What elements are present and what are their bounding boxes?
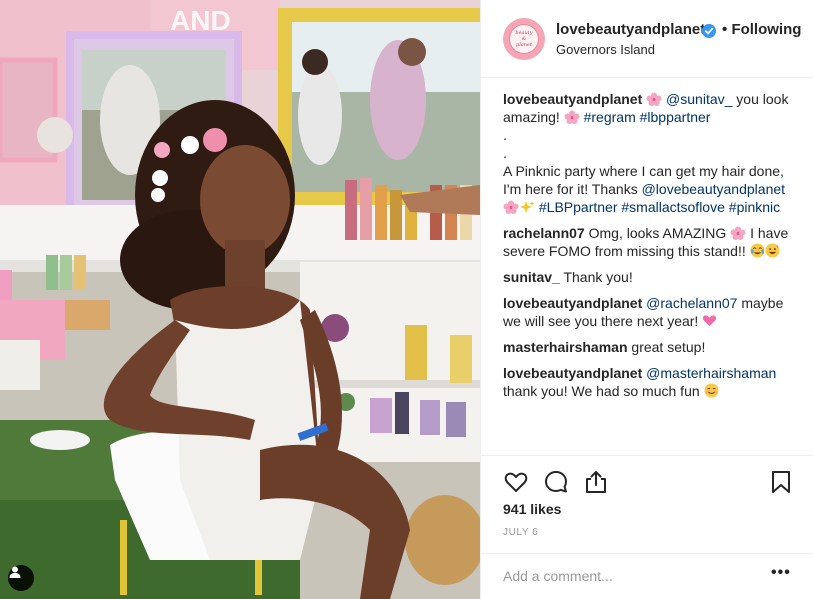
- comment-username[interactable]: lovebeautyandplanet: [503, 91, 642, 107]
- pink-heart-icon: [703, 313, 717, 327]
- comment-text: Omg, looks AMAZING: [588, 225, 727, 241]
- mention-link[interactable]: @rachelann07: [646, 295, 737, 311]
- comment-text: Thank you!: [563, 269, 633, 285]
- sparkles-icon: [520, 201, 535, 213]
- caption-line: lovebeautyandplanet @sunitav_ you look a…: [503, 90, 803, 126]
- caption-dot: .: [503, 145, 507, 161]
- avatar[interactable]: beauty & planet: [503, 18, 545, 60]
- tears-of-joy-emoji-icon: [750, 243, 765, 258]
- hashtag-link[interactable]: #lbppartner: [640, 109, 711, 125]
- header-separator-dot: •: [722, 21, 728, 38]
- avatar-logo-text: planet: [516, 42, 532, 48]
- comment-username[interactable]: lovebeautyandplanet: [503, 365, 642, 381]
- comment-item: sunitav_ Thank you!: [503, 268, 803, 286]
- photo-illustration: AND: [0, 0, 480, 599]
- add-comment-section: •••: [481, 553, 813, 599]
- following-button[interactable]: • Following: [722, 21, 801, 38]
- mention-link[interactable]: @masterhairshaman: [646, 365, 776, 381]
- post-actions: 941 likes JULY 6 •••: [481, 455, 813, 599]
- caption: lovebeautyandplanet @sunitav_ you look a…: [503, 90, 803, 216]
- hashtag-link[interactable]: #smallactsoflove: [621, 199, 725, 215]
- post-photo[interactable]: AND: [0, 0, 480, 599]
- post-side-panel: beauty & planet lovebeautyandplanet • Fo…: [480, 0, 813, 599]
- hashtag-link[interactable]: #pinknic: [729, 199, 780, 215]
- grinning-sweat-emoji-icon: [765, 243, 780, 258]
- cherry-blossom-icon: [503, 200, 519, 214]
- comment-text: great setup!: [631, 339, 706, 355]
- comment-text: thank you! We had so much fun: [503, 383, 700, 399]
- avatar-logo: beauty & planet: [509, 24, 539, 54]
- caption-dot: .: [503, 127, 507, 143]
- verified-icon: [702, 24, 716, 38]
- cherry-blossom-icon: [730, 226, 746, 240]
- share-icon[interactable]: [583, 469, 609, 495]
- add-comment-input[interactable]: [503, 566, 743, 586]
- header-username[interactable]: lovebeautyandplanet: [556, 21, 705, 38]
- mention-link[interactable]: @sunitav_: [666, 91, 732, 107]
- comment-icon[interactable]: [543, 469, 569, 495]
- hashtag-link[interactable]: #LBPpartner: [539, 199, 618, 215]
- comments-list: lovebeautyandplanet @sunitav_ you look a…: [503, 90, 803, 408]
- hashtag-link[interactable]: #regram: [584, 109, 636, 125]
- comment-item: lovebeautyandplanet @masterhairshaman th…: [503, 364, 803, 400]
- cherry-blossom-icon: [564, 110, 580, 124]
- comment-username[interactable]: rachelann07: [503, 225, 585, 241]
- post-header: beauty & planet lovebeautyandplanet • Fo…: [481, 0, 813, 78]
- user-tag-icon[interactable]: [8, 565, 34, 591]
- following-label: Following: [731, 21, 802, 38]
- bookmark-icon[interactable]: [768, 469, 794, 495]
- location-link[interactable]: Governors Island: [556, 42, 655, 57]
- ellipsis-icon[interactable]: •••: [771, 564, 791, 582]
- caption-line: A Pinknic party where I can get my hair …: [503, 162, 803, 216]
- post-date[interactable]: JULY 6: [503, 527, 538, 538]
- comment-username[interactable]: sunitav_: [503, 269, 560, 285]
- comment-item: rachelann07 Omg, looks AMAZING I have se…: [503, 224, 803, 260]
- mention-link[interactable]: @lovebeautyandplanet: [642, 181, 785, 197]
- smiling-face-emoji-icon: [704, 383, 719, 398]
- comment-item: masterhairshaman great setup!: [503, 338, 803, 356]
- likes-count[interactable]: 941 likes: [503, 501, 561, 517]
- comment-item: lovebeautyandplanet @rachelann07 maybe w…: [503, 294, 803, 330]
- comment-username[interactable]: masterhairshaman: [503, 339, 628, 355]
- heart-icon[interactable]: [503, 469, 529, 495]
- cherry-blossom-icon: [646, 92, 662, 106]
- comment-username[interactable]: lovebeautyandplanet: [503, 295, 642, 311]
